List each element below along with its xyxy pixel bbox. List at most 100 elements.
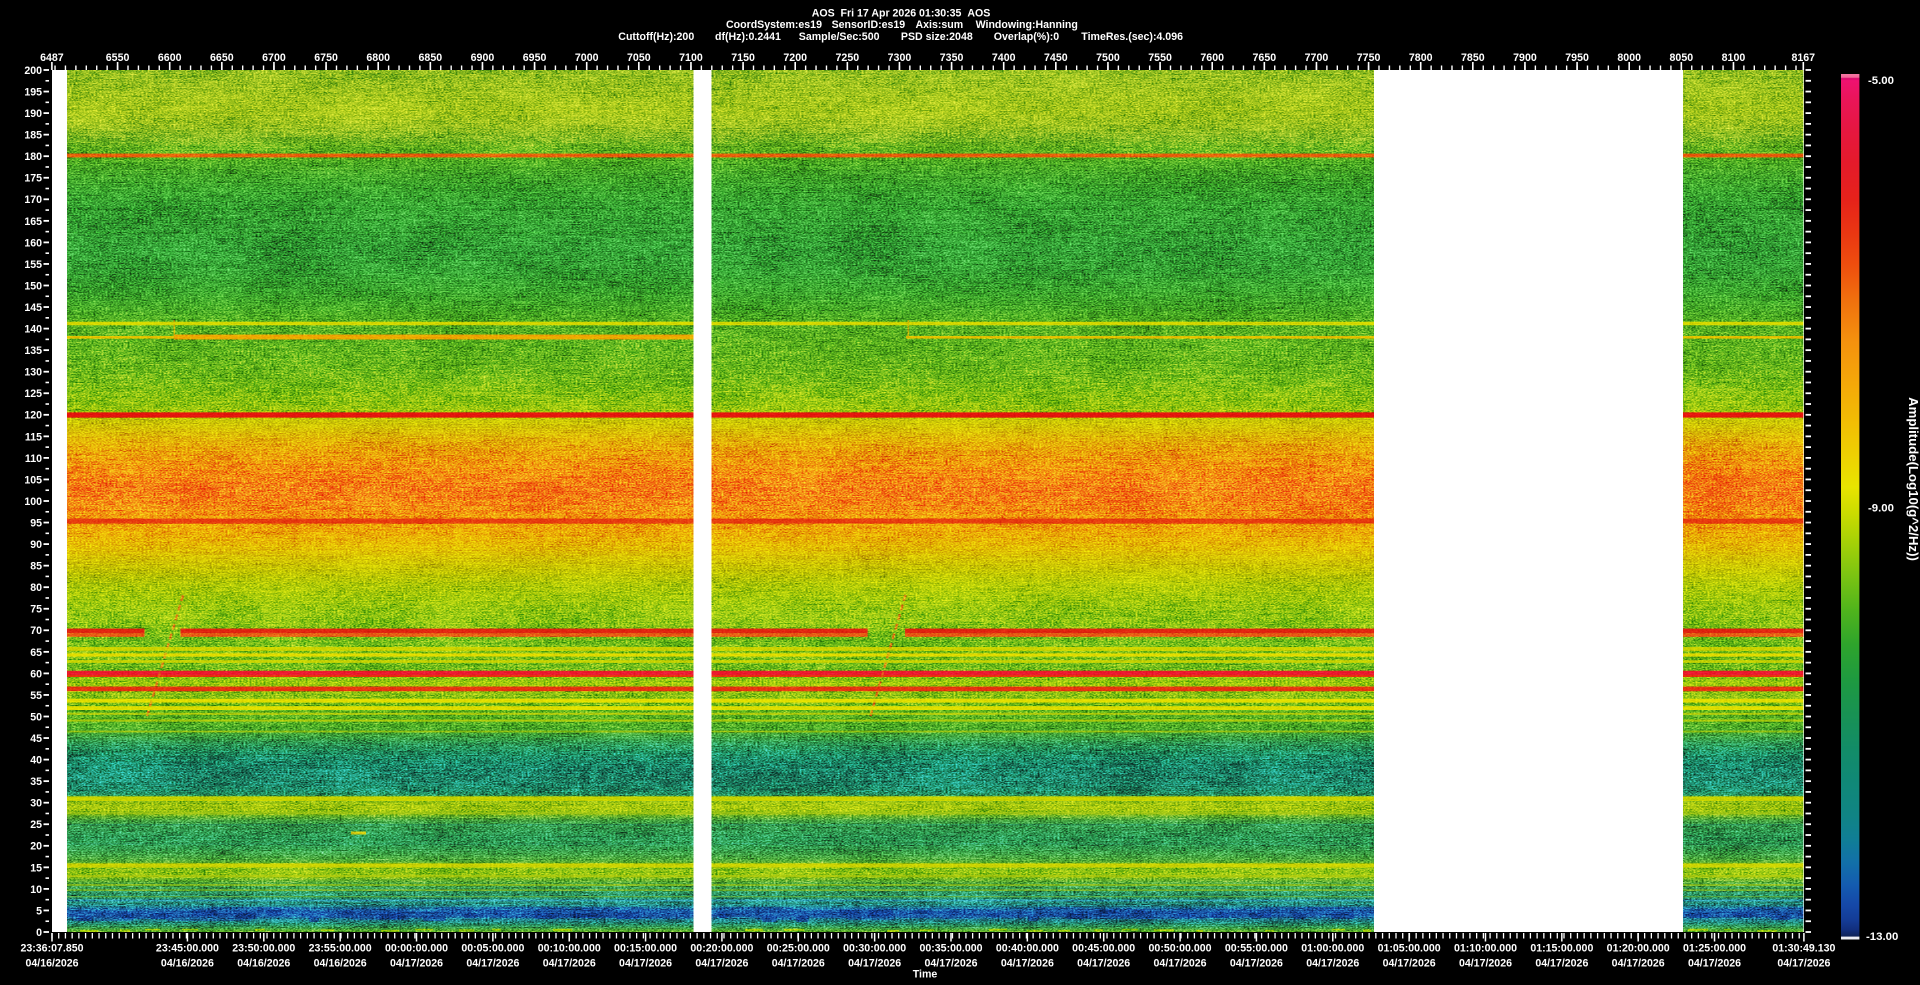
- svg-text:04/17/2026: 04/17/2026: [1001, 958, 1054, 970]
- svg-text:SensorID:es19: SensorID:es19: [832, 19, 906, 31]
- svg-text:7550: 7550: [1148, 52, 1172, 64]
- svg-text:45: 45: [30, 733, 42, 745]
- svg-text:7450: 7450: [1044, 52, 1068, 64]
- svg-text:04/17/2026: 04/17/2026: [390, 958, 443, 970]
- svg-text:01:10:00.000: 01:10:00.000: [1454, 943, 1517, 955]
- svg-text:105: 105: [24, 474, 42, 486]
- svg-text:5: 5: [36, 905, 42, 917]
- svg-text:04/17/2026: 04/17/2026: [619, 958, 672, 970]
- svg-text:04/17/2026: 04/17/2026: [1306, 958, 1359, 970]
- svg-text:8050: 8050: [1670, 52, 1694, 64]
- svg-text:90: 90: [30, 539, 42, 551]
- svg-text:180: 180: [24, 151, 42, 163]
- svg-text:00:55:00.000: 00:55:00.000: [1225, 943, 1288, 955]
- svg-text:185: 185: [24, 130, 42, 142]
- svg-text:7650: 7650: [1253, 52, 1277, 64]
- svg-text:7200: 7200: [783, 52, 807, 64]
- svg-text:55: 55: [30, 690, 42, 702]
- svg-text:50: 50: [30, 711, 42, 723]
- svg-text:6600: 6600: [158, 52, 182, 64]
- svg-text:85: 85: [30, 561, 42, 573]
- svg-text:40: 40: [30, 755, 42, 767]
- svg-text:04/17/2026: 04/17/2026: [1777, 958, 1830, 970]
- svg-text:AOS Fri 17 Apr 2026 01:30:35: AOS Fri 17 Apr 2026 01:30:35 AOS: [812, 7, 991, 19]
- svg-text:23:45:00.000: 23:45:00.000: [156, 943, 219, 955]
- svg-text:04/16/2026: 04/16/2026: [314, 958, 367, 970]
- svg-text:125: 125: [24, 388, 42, 400]
- svg-text:80: 80: [30, 582, 42, 594]
- svg-text:6550: 6550: [106, 52, 130, 64]
- svg-text:6650: 6650: [210, 52, 234, 64]
- svg-text:25: 25: [30, 819, 42, 831]
- svg-text:135: 135: [24, 345, 42, 357]
- svg-text:04/17/2026: 04/17/2026: [1383, 958, 1436, 970]
- svg-text:20: 20: [30, 841, 42, 853]
- svg-text:175: 175: [24, 173, 42, 185]
- svg-text:01:20:00.000: 01:20:00.000: [1607, 943, 1670, 955]
- svg-text:7500: 7500: [1096, 52, 1120, 64]
- svg-text:7600: 7600: [1200, 52, 1224, 64]
- svg-text:CoordSystem:es19: CoordSystem:es19: [726, 19, 822, 31]
- svg-text:7800: 7800: [1409, 52, 1433, 64]
- svg-text:8100: 8100: [1722, 52, 1746, 64]
- svg-text:165: 165: [24, 216, 42, 228]
- svg-text:10: 10: [30, 884, 42, 896]
- svg-text:Amplitude(Log10(g^2/Hz)): Amplitude(Log10(g^2/Hz)): [1906, 397, 1920, 561]
- svg-text:6850: 6850: [419, 52, 443, 64]
- svg-text:6950: 6950: [523, 52, 547, 64]
- svg-text:00:05:00.000: 00:05:00.000: [461, 943, 524, 955]
- svg-text:04/17/2026: 04/17/2026: [543, 958, 596, 970]
- svg-text:23:55:00.000: 23:55:00.000: [309, 943, 372, 955]
- svg-text:01:05:00.000: 01:05:00.000: [1378, 943, 1441, 955]
- svg-text:-9.00: -9.00: [1868, 503, 1894, 515]
- svg-text:00:50:00.000: 00:50:00.000: [1149, 943, 1212, 955]
- svg-text:75: 75: [30, 604, 42, 616]
- svg-text:7050: 7050: [627, 52, 651, 64]
- svg-text:Time: Time: [913, 969, 938, 981]
- svg-text:7350: 7350: [940, 52, 964, 64]
- svg-text:00:25:00.000: 00:25:00.000: [767, 943, 830, 955]
- svg-text:7000: 7000: [575, 52, 599, 64]
- svg-text:00:10:00.000: 00:10:00.000: [538, 943, 601, 955]
- svg-text:6900: 6900: [471, 52, 495, 64]
- svg-text:70: 70: [30, 625, 42, 637]
- svg-text:01:00:00.000: 01:00:00.000: [1301, 943, 1364, 955]
- svg-text:04/16/2026: 04/16/2026: [237, 958, 290, 970]
- svg-text:00:35:00.000: 00:35:00.000: [919, 943, 982, 955]
- svg-text:120: 120: [24, 410, 42, 422]
- svg-text:Overlap(%):0: Overlap(%):0: [994, 31, 1059, 43]
- svg-text:01:15:00.000: 01:15:00.000: [1530, 943, 1593, 955]
- svg-text:04/17/2026: 04/17/2026: [1077, 958, 1130, 970]
- svg-text:115: 115: [25, 431, 42, 443]
- svg-text:195: 195: [24, 86, 42, 98]
- svg-text:Axis:sum: Axis:sum: [916, 19, 964, 31]
- svg-text:00:45:00.000: 00:45:00.000: [1072, 943, 1135, 955]
- svg-text:Cuttoff(Hz):200: Cuttoff(Hz):200: [618, 31, 694, 43]
- svg-text:04/17/2026: 04/17/2026: [1535, 958, 1588, 970]
- svg-text:Windowing:Hanning: Windowing:Hanning: [976, 19, 1078, 31]
- svg-text:00:40:00.000: 00:40:00.000: [996, 943, 1059, 955]
- svg-text:0: 0: [36, 927, 42, 939]
- svg-text:155: 155: [24, 259, 42, 271]
- svg-text:145: 145: [24, 302, 42, 314]
- svg-text:6487: 6487: [40, 52, 64, 64]
- svg-text:04/17/2026: 04/17/2026: [1612, 958, 1665, 970]
- svg-text:110: 110: [25, 453, 42, 465]
- svg-text:6750: 6750: [314, 52, 338, 64]
- svg-text:7850: 7850: [1461, 52, 1485, 64]
- svg-text:130: 130: [24, 367, 42, 379]
- svg-text:15: 15: [30, 862, 42, 874]
- svg-text:7100: 7100: [679, 52, 703, 64]
- svg-text:-13.00: -13.00: [1866, 931, 1898, 943]
- svg-text:04/17/2026: 04/17/2026: [1459, 958, 1512, 970]
- svg-text:01:25:00.000: 01:25:00.000: [1683, 943, 1746, 955]
- svg-text:7250: 7250: [836, 52, 860, 64]
- svg-text:35: 35: [30, 776, 42, 788]
- svg-text:-5.00: -5.00: [1868, 75, 1894, 87]
- svg-text:04/16/2026: 04/16/2026: [161, 958, 214, 970]
- svg-text:170: 170: [24, 194, 42, 206]
- svg-text:04/17/2026: 04/17/2026: [466, 958, 519, 970]
- svg-text:04/17/2026: 04/17/2026: [1230, 958, 1283, 970]
- svg-text:Sample/Sec:500: Sample/Sec:500: [799, 31, 880, 43]
- svg-text:04/16/2026: 04/16/2026: [25, 958, 78, 970]
